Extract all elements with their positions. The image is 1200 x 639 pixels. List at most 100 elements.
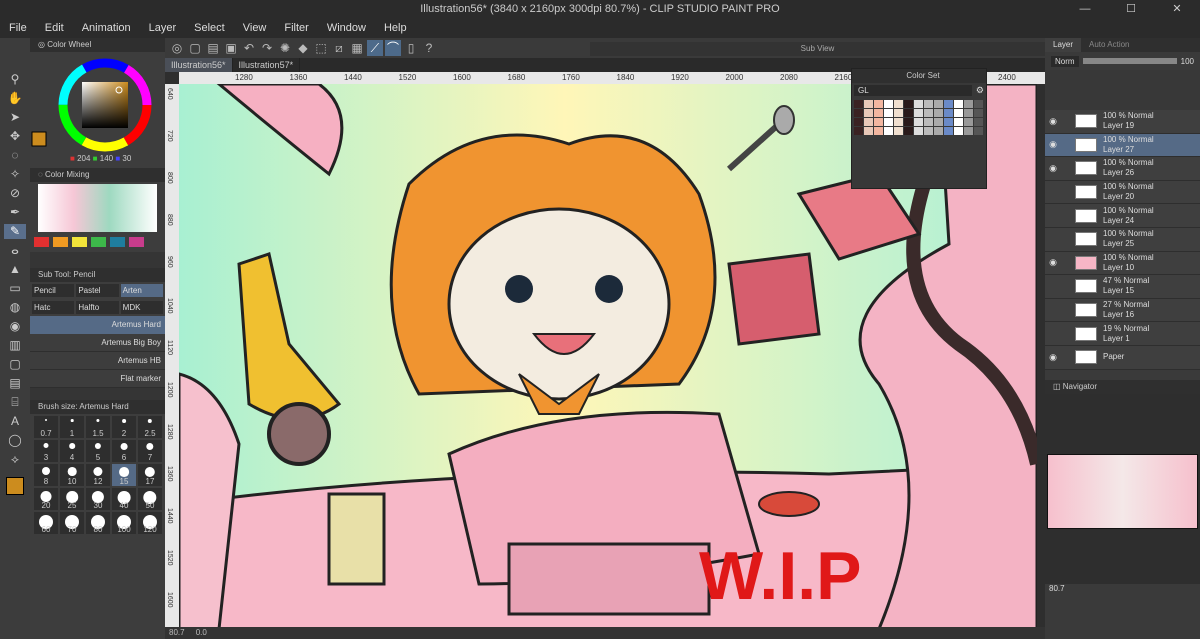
brush-size-item[interactable]: 30 — [86, 488, 110, 510]
brush-size-item[interactable]: 70 — [60, 512, 84, 534]
curve-snap-icon[interactable]: ⌒ — [385, 40, 401, 56]
hand-tool-icon[interactable]: ✋ — [4, 91, 26, 106]
layer-row[interactable]: ◉ 100 % Normal Layer 19 — [1045, 110, 1200, 134]
subtool-item[interactable]: Artemus Hard — [30, 316, 165, 334]
layer-row[interactable]: 47 % Normal Layer 15 — [1045, 275, 1200, 299]
color-swatch[interactable] — [924, 127, 933, 135]
color-swatch[interactable] — [954, 100, 963, 108]
tab-layer[interactable]: Layer — [1045, 38, 1082, 52]
color-swatch[interactable] — [964, 127, 973, 135]
menu-layer[interactable]: Layer — [140, 22, 186, 34]
color-set-settings-icon[interactable]: ⚙ — [976, 85, 984, 96]
fill-tool-icon[interactable]: ◉ — [4, 319, 26, 334]
color-swatch[interactable] — [874, 127, 883, 135]
subtool-tab-pencil[interactable]: Pencil — [32, 284, 75, 297]
ruler-snap-icon[interactable]: ⟋ — [367, 40, 383, 56]
minimize-button[interactable]: — — [1062, 0, 1108, 18]
menu-view[interactable]: View — [234, 22, 276, 34]
eye-icon[interactable]: ◉ — [1045, 139, 1061, 150]
airbrush-icon[interactable]: ▲ — [4, 262, 26, 277]
brush-size-item[interactable]: 120 — [138, 512, 162, 534]
subtool-tab-hatch[interactable]: Hatc — [32, 301, 75, 314]
app-icon[interactable]: ◎ — [169, 40, 185, 56]
color-wheel[interactable]: ■ 204 ■ 140 ■ 30 — [30, 52, 165, 168]
zoom-readout[interactable]: 80.7 — [169, 628, 185, 637]
subtool-item[interactable]: Flat marker — [30, 370, 165, 388]
subtool-tab-halftone[interactable]: Halfto — [76, 301, 119, 314]
brush-size-item[interactable]: 60 — [34, 512, 58, 534]
navigator-preview[interactable] — [1047, 453, 1198, 529]
undo-icon[interactable]: ↶ — [241, 40, 257, 56]
brush-size-item[interactable]: 5 — [86, 440, 110, 462]
color-mixing-area[interactable] — [38, 184, 157, 232]
snap-icon[interactable]: ⧄ — [331, 40, 347, 56]
brush-size-item[interactable]: 4 — [60, 440, 84, 462]
tab-illustration57[interactable]: Illustration57* — [233, 58, 301, 72]
eye-icon[interactable]: ◉ — [1045, 257, 1061, 268]
device-icon[interactable]: ▯ — [403, 40, 419, 56]
color-swatch[interactable] — [974, 109, 983, 117]
color-swatch[interactable] — [884, 118, 893, 126]
color-swatch[interactable] — [894, 100, 903, 108]
layer-row[interactable]: ◉ 100 % Normal Layer 10 — [1045, 251, 1200, 276]
brush-size-item[interactable]: 6 — [112, 440, 136, 462]
swatch-red[interactable] — [34, 237, 49, 247]
brush-size-item[interactable]: 80 — [86, 512, 110, 534]
subtool-tab-mdk[interactable]: MDK — [120, 301, 163, 314]
blend-tool-icon[interactable]: ◍ — [4, 300, 26, 315]
correct-line-icon[interactable]: ⟡ — [4, 452, 26, 467]
layer-row[interactable]: ◉ Paper — [1045, 345, 1200, 370]
clear-icon[interactable]: ✺ — [277, 40, 293, 56]
color-swatch[interactable] — [894, 127, 903, 135]
brush-size-item[interactable]: 20 — [34, 488, 58, 510]
zoom-tool-icon[interactable]: ⚲ — [4, 72, 26, 87]
color-swatch[interactable] — [884, 109, 893, 117]
gradient-icon[interactable]: ▥ — [4, 338, 26, 353]
color-swatch[interactable] — [854, 127, 863, 135]
color-swatch[interactable] — [854, 109, 863, 117]
color-swatch[interactable] — [874, 100, 883, 108]
brush-size-item[interactable]: 2 — [112, 416, 136, 438]
brush-tool-icon[interactable]: ⴰ — [4, 243, 26, 258]
color-wheel-graphic[interactable] — [30, 52, 165, 168]
color-swatch[interactable] — [924, 100, 933, 108]
frame-icon[interactable]: ▤ — [4, 376, 26, 391]
subtool-tab-pastel[interactable]: Pastel — [76, 284, 119, 297]
color-swatch[interactable] — [914, 127, 923, 135]
fill-icon[interactable]: ◆ — [295, 40, 311, 56]
layer-row[interactable]: 19 % Normal Layer 1 — [1045, 322, 1200, 346]
color-swatch[interactable] — [874, 109, 883, 117]
brush-size-item[interactable]: 1 — [60, 416, 84, 438]
eye-icon[interactable]: ◉ — [1045, 163, 1061, 174]
color-swatch[interactable] — [894, 109, 903, 117]
color-swatch[interactable] — [954, 118, 963, 126]
help-icon[interactable]: ? — [421, 40, 437, 56]
color-swatch[interactable] — [864, 118, 873, 126]
close-button[interactable]: ✕ — [1154, 0, 1200, 18]
balloon-icon[interactable]: ◯ — [4, 433, 26, 448]
navigator-area[interactable] — [1045, 393, 1200, 584]
color-swatch[interactable] — [944, 109, 953, 117]
lasso-tool-icon[interactable]: ◌ — [4, 148, 26, 163]
brush-size-item[interactable]: 15 — [112, 464, 136, 486]
move-tool-icon[interactable]: ✥ — [4, 129, 26, 144]
subtool-tab-artemus[interactable]: Arten — [120, 284, 163, 297]
brush-size-item[interactable]: 3 — [34, 440, 58, 462]
brush-size-item[interactable]: 1.5 — [86, 416, 110, 438]
color-swatch[interactable] — [964, 100, 973, 108]
pencil-tool-icon[interactable]: ✎ — [4, 224, 26, 239]
brush-size-item[interactable]: 50 — [138, 488, 162, 510]
color-swatch[interactable] — [944, 100, 953, 108]
color-swatch[interactable] — [934, 100, 943, 108]
eyedropper-icon[interactable]: ⊘ — [4, 186, 26, 201]
color-swatch[interactable] — [974, 118, 983, 126]
open-icon[interactable]: ▤ — [205, 40, 221, 56]
layer-row[interactable]: 100 % Normal Layer 24 — [1045, 204, 1200, 228]
color-swatch[interactable] — [974, 100, 983, 108]
menu-file[interactable]: File — [0, 22, 36, 34]
color-swatch[interactable] — [964, 118, 973, 126]
brush-size-item[interactable]: 12 — [86, 464, 110, 486]
save-icon[interactable]: ▣ — [223, 40, 239, 56]
layer-row[interactable]: ◉ 100 % Normal Layer 26 — [1045, 157, 1200, 181]
menu-select[interactable]: Select — [185, 22, 234, 34]
